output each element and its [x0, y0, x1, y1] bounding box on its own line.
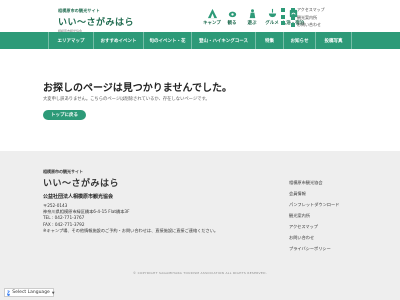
- access-map-link[interactable]: アクセスマップ: [291, 7, 325, 13]
- nav-camp-label: キャンプ: [203, 21, 221, 26]
- site-header: 相模原市の観光サイト いい〜さがみはら 相模原市観光協会 キャンプ 観る 遊ぶ …: [0, 0, 400, 33]
- logo-title: いい〜さがみはら: [58, 18, 135, 28]
- header-link-1[interactable]: [281, 7, 287, 12]
- square-icon: [281, 8, 285, 12]
- square-icon: [281, 14, 285, 19]
- language-select-label: Select Language: [12, 290, 50, 295]
- footer-links: 相模原市観光協会 会員情報 パンフレットダウンロード 観光案内所 アクセスマップ…: [289, 177, 339, 254]
- header-link-2[interactable]: [281, 14, 287, 19]
- nav-hiking[interactable]: 登山・ハイキングコース: [192, 32, 256, 49]
- nav-events[interactable]: おすすめイベント: [94, 32, 144, 49]
- header-link-3[interactable]: [281, 20, 287, 25]
- footer-logo-subtitle: 相模原市の観光サイト: [43, 169, 83, 174]
- footer-link-pamphlet[interactable]: パンフレットダウンロード: [289, 199, 339, 210]
- footer-link-privacy[interactable]: プライバシーポリシー: [289, 243, 339, 254]
- footer-link-association[interactable]: 相模原市観光協会: [289, 177, 339, 188]
- nav-play-label: 遊ぶ: [247, 21, 257, 26]
- site-footer: 相模原市の観光サイト いい〜さがみはら 公益社団法人相模原市観光協会 〒252-…: [0, 151, 400, 300]
- footer-link-info-center[interactable]: 観光案内所: [289, 210, 339, 221]
- play-icon: [249, 9, 255, 19]
- footer-logo[interactable]: 相模原市の観光サイト いい〜さがみはら: [43, 169, 119, 189]
- site-logo[interactable]: 相模原市の観光サイト いい〜さがみはら 相模原市観光協会: [58, 8, 134, 33]
- map-icon: [291, 8, 295, 12]
- footer-link-contact[interactable]: お問い合わせ: [289, 232, 339, 243]
- nav-gourmet[interactable]: グルメ: [263, 8, 281, 26]
- footer-info: 公益社団法人相模原市観光協会 〒252-0143 神奈川県相模原市緑区橋本6-4…: [43, 193, 218, 234]
- nav-see-label: 観る: [227, 21, 237, 26]
- google-icon: G: [7, 289, 11, 296]
- footer-note: ※キャンプ場、その他情報施設のご予約・お問い合わせは、直接施設に直接ご連絡くださ…: [43, 227, 219, 233]
- nav-see[interactable]: 観る: [223, 8, 241, 26]
- contact-link[interactable]: お問い合わせ: [291, 22, 325, 28]
- nav-seasonal[interactable]: 旬のイベント・花: [144, 32, 192, 49]
- page-title: お探しのページは見つかりませんでした。: [43, 83, 232, 94]
- nav-news[interactable]: お知らせ: [284, 32, 316, 49]
- header-links-left: [281, 7, 287, 28]
- global-nav: エリアマップ おすすめイベント 旬のイベント・花 登山・ハイキングコース 特集 …: [0, 32, 400, 49]
- footer-org-name: 公益社団法人相模原市観光協会: [43, 194, 114, 200]
- copyright: © COPYRIGHT SAGAMIHARA TOURISM ASSOCIATI…: [133, 271, 267, 275]
- back-to-top-button[interactable]: トップに戻る: [43, 110, 86, 120]
- header-links: アクセスマップ 観光案内所 お問い合わせ: [281, 7, 325, 28]
- eye-icon: [228, 11, 236, 18]
- nav-feature[interactable]: 特集: [256, 32, 284, 49]
- nav-area-map[interactable]: エリアマップ: [48, 32, 94, 49]
- square-icon: [281, 21, 285, 25]
- nav-play[interactable]: 遊ぶ: [243, 8, 261, 26]
- food-icon: [268, 8, 276, 18]
- nav-gourmet-label: グルメ: [265, 21, 279, 26]
- language-select[interactable]: G Select Language ▼: [4, 288, 55, 297]
- footer-link-access[interactable]: アクセスマップ: [289, 221, 339, 232]
- error-message: 大変申し訳ありません。こちらのページは削除されているか、存在しないページです。: [43, 97, 210, 102]
- footer-logo-title: いい〜さがみはら: [43, 179, 120, 189]
- header-links-right: アクセスマップ 観光案内所 お問い合わせ: [291, 7, 325, 28]
- logo-subtitle: 相模原市の観光サイト: [58, 8, 100, 13]
- info-icon: [291, 15, 295, 20]
- nav-camp[interactable]: キャンプ: [203, 8, 221, 26]
- footer-link-members[interactable]: 会員情報: [289, 188, 339, 199]
- info-center-link[interactable]: 観光案内所: [291, 15, 325, 21]
- mail-icon: [291, 23, 295, 27]
- nav-photos[interactable]: 投稿写真: [316, 32, 352, 49]
- tent-icon: [207, 8, 217, 19]
- chevron-down-icon: ▼: [51, 290, 55, 295]
